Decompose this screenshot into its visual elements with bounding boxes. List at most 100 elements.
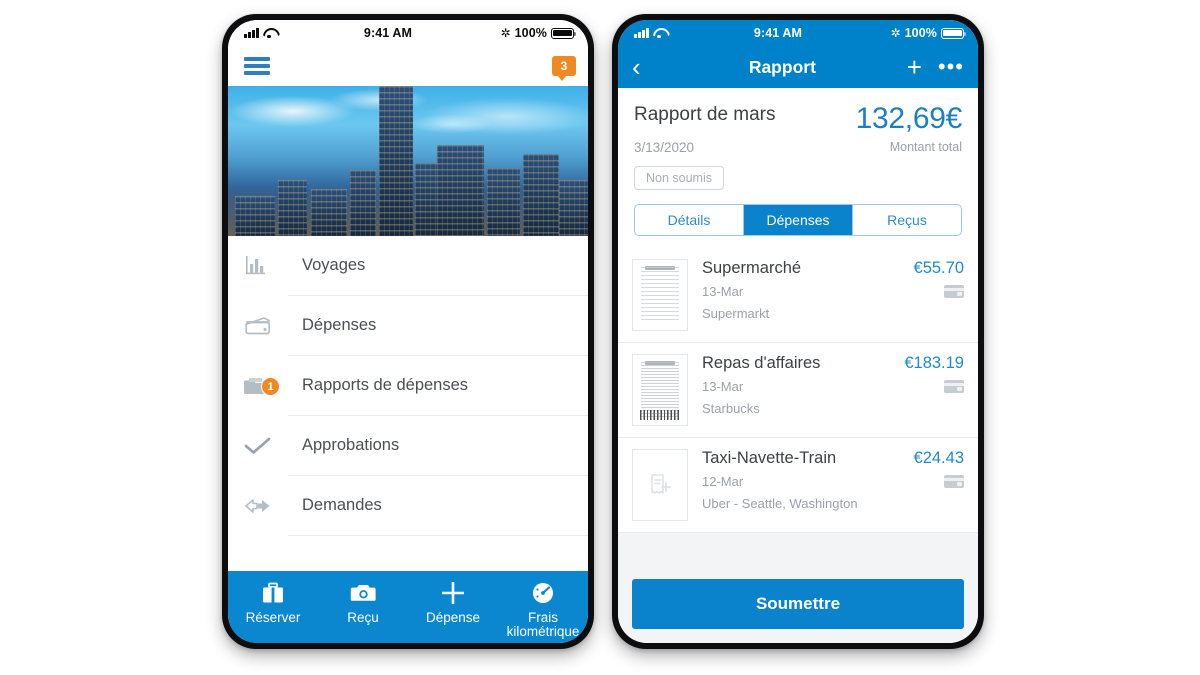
status-left-group (244, 28, 276, 39)
building-tall (379, 86, 414, 236)
expense-list: Supermarché €55.70 13-Mar Supermarkt Rep… (618, 248, 978, 569)
credit-card-icon (944, 380, 964, 393)
bottom-tab-bar: Réserver Reçu Dépense Frais kilométrique (228, 571, 588, 643)
hamburger-menu-icon[interactable] (244, 54, 270, 79)
building (487, 168, 520, 236)
submit-button[interactable]: Soumettre (632, 579, 964, 629)
status-time: 9:41 AM (363, 26, 413, 40)
left-status-bar: 9:41 AM ✲ 100% (228, 20, 588, 46)
battery-icon (550, 27, 577, 39)
signal-icon (244, 28, 259, 38)
amount-caption: Montant total (889, 140, 962, 154)
tab-label: Frais kilométrique (506, 610, 580, 640)
expense-date: 12-Mar (702, 474, 744, 489)
add-receipt-icon (633, 450, 687, 520)
status-badge: Non soumis (634, 166, 724, 190)
check-icon (244, 435, 288, 457)
right-status-bar: 9:41 AM ✲ 100% (618, 20, 978, 46)
hamburger-bar (244, 64, 270, 68)
report-total-amount: 132,69€ (855, 102, 963, 135)
menu-item-depenses[interactable]: Dépenses (228, 296, 588, 356)
plus-icon (440, 580, 466, 606)
right-navbar: ‹ Rapport + ••• (618, 46, 978, 88)
wifi-icon (263, 28, 276, 39)
battery-icon (940, 27, 967, 39)
report-title-row: Rapport de mars 132,69€ (634, 104, 962, 134)
tab-details[interactable]: Détails (635, 205, 744, 235)
menu-item-rapports-de-depenses[interactable]: 1 Rapports de dépenses (228, 356, 588, 416)
tab-reserver[interactable]: Réserver (228, 580, 318, 625)
camera-icon (350, 580, 377, 606)
status-right-group: ✲ 100% (500, 26, 577, 40)
menu-item-label: Rapports de dépenses (288, 356, 588, 416)
expense-top-row: Taxi-Navette-Train €24.43 (702, 449, 964, 468)
tab-recus[interactable]: Reçus (853, 205, 961, 235)
expense-amount: €183.19 (904, 354, 964, 372)
menu-item-label: Voyages (288, 236, 588, 296)
bluetooth-icon: ✲ (500, 26, 511, 40)
expense-vendor: Uber - Seattle, Washington (702, 496, 858, 511)
receipt-thumbnail[interactable] (632, 259, 688, 331)
expense-mid-row: 13-Mar (702, 284, 964, 299)
add-receipt-placeholder[interactable] (632, 449, 688, 521)
expense-name: Repas d'affaires (702, 354, 821, 372)
building (278, 179, 308, 236)
battery-percent: 100% (904, 26, 937, 40)
tab-depenses[interactable]: Dépenses (744, 205, 853, 235)
building (559, 179, 588, 236)
expense-details: Supermarché €55.70 13-Mar Supermarkt (702, 259, 964, 321)
menu-item-demandes[interactable]: Demandes (228, 476, 588, 536)
report-header: Rapport de mars 132,69€ 3/13/2020 Montan… (618, 88, 978, 200)
building (523, 154, 560, 236)
notification-badge[interactable]: 3 (552, 56, 576, 81)
expense-mid-row: 13-Mar (702, 379, 964, 394)
status-left-group (634, 28, 666, 39)
building (235, 196, 275, 236)
menu-item-voyages[interactable]: Voyages (228, 236, 588, 296)
folder-icon: 1 (244, 375, 288, 397)
menu-item-label: Approbations (288, 416, 588, 476)
report-date: 3/13/2020 (634, 140, 695, 155)
expense-vendor: Supermarkt (702, 306, 770, 321)
expense-name: Taxi-Navette-Train (702, 449, 837, 467)
expense-top-row: Repas d'affaires €183.19 (702, 354, 964, 373)
receipt-thumbnail[interactable] (632, 354, 688, 426)
tab-label: Réserver (245, 610, 301, 625)
hero-skyline (228, 86, 588, 236)
segmented-control: Détails Dépenses Reçus (634, 204, 962, 236)
credit-card-icon (944, 475, 964, 488)
more-horizontal-icon[interactable]: ••• (938, 56, 964, 78)
menu-item-approbations[interactable]: Approbations (228, 416, 588, 476)
tab-label: Dépense (425, 610, 481, 625)
expense-row[interactable]: Supermarché €55.70 13-Mar Supermarkt (618, 248, 978, 343)
expense-name: Supermarché (702, 259, 802, 277)
tab-depense[interactable]: Dépense (408, 580, 498, 625)
expense-top-row: Supermarché €55.70 (702, 259, 964, 278)
expense-row[interactable]: Repas d'affaires €183.19 13-Mar Starbuck… (618, 343, 978, 438)
credit-card-icon (244, 315, 288, 337)
left-top-navbar: 3 (228, 46, 588, 86)
expense-details: Repas d'affaires €183.19 13-Mar Starbuck… (702, 354, 964, 416)
expense-details: Taxi-Navette-Train €24.43 12-Mar Uber - … (702, 449, 964, 511)
main-menu-list: Voyages Dépenses 1 Rapports de dépenses … (228, 236, 588, 571)
add-icon[interactable]: + (907, 54, 922, 80)
bar-chart-icon (244, 255, 288, 277)
receipt-text-lines (641, 267, 679, 323)
expense-date: 13-Mar (702, 284, 744, 299)
chevron-left-icon[interactable]: ‹ (632, 54, 658, 80)
tab-recu[interactable]: Reçu (318, 580, 408, 625)
left-screen: 9:41 AM ✲ 100% 3 Voyages Dépenses 1 Rapp… (228, 20, 588, 643)
expense-date: 13-Mar (702, 379, 744, 394)
tab-frais-kilometrique[interactable]: Frais kilométrique (498, 580, 588, 639)
speedometer-icon (530, 580, 556, 606)
expense-row[interactable]: Taxi-Navette-Train €24.43 12-Mar Uber - … (618, 438, 978, 533)
report-subtitle-row: 3/13/2020 Montant total (634, 140, 962, 155)
page-title: Rapport (748, 56, 816, 77)
credit-card-icon (944, 285, 964, 298)
battery-percent: 100% (514, 26, 547, 40)
arrows-exchange-icon (244, 495, 288, 517)
building (310, 189, 347, 236)
menu-badge: 1 (261, 377, 280, 396)
phone-left: 9:41 AM ✲ 100% 3 Voyages Dépenses 1 Rapp… (222, 14, 594, 649)
bluetooth-icon: ✲ (890, 26, 901, 40)
